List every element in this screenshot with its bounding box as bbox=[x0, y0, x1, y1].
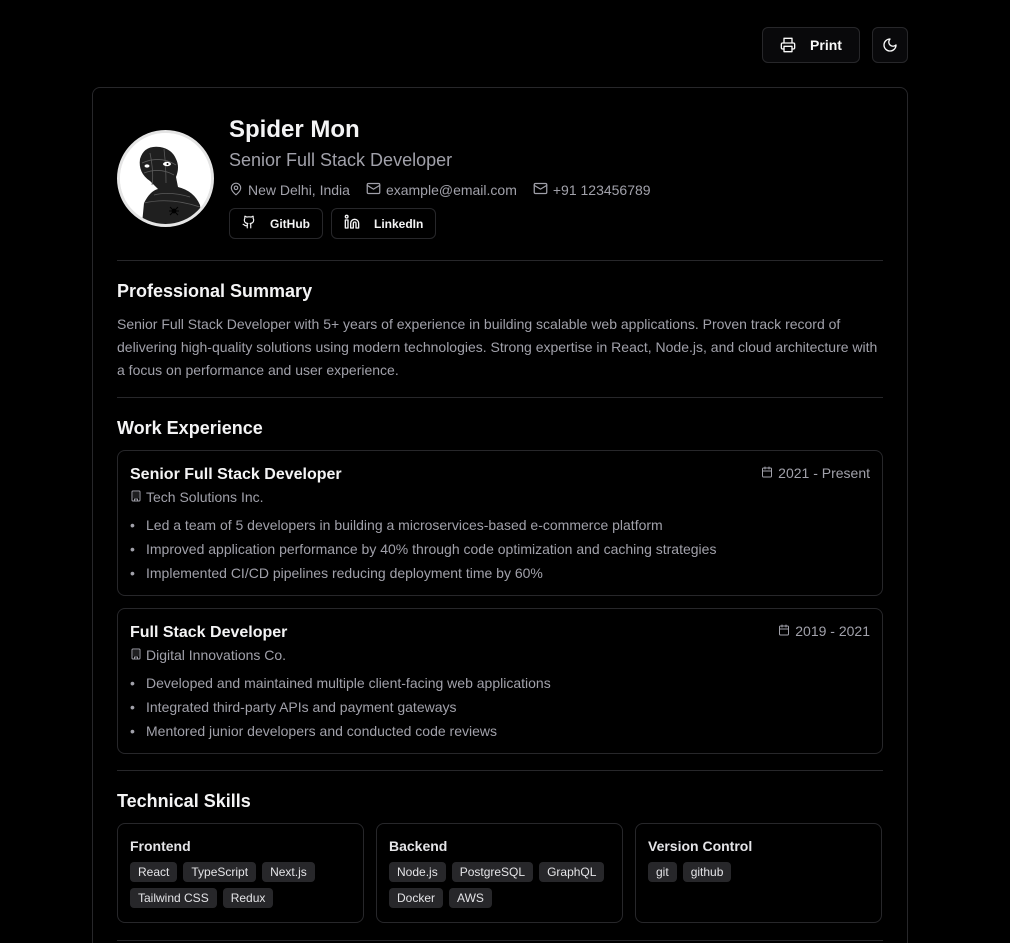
social-links: GitHub LinkedIn bbox=[229, 208, 789, 239]
building-icon bbox=[130, 647, 142, 663]
list-item: Implemented CI/CD pipelines reducing dep… bbox=[130, 563, 716, 587]
skill-tag: PostgreSQL bbox=[451, 862, 534, 882]
skill-tag: TypeScript bbox=[183, 862, 257, 882]
mail-icon bbox=[533, 181, 548, 199]
printer-icon bbox=[780, 37, 796, 53]
contact-location: New Delhi, India bbox=[229, 181, 350, 199]
skill-tag-list: git github bbox=[648, 862, 869, 882]
building-icon bbox=[130, 489, 142, 505]
skill-tag: AWS bbox=[449, 888, 492, 908]
linkedin-label: LinkedIn bbox=[374, 216, 424, 231]
job-dates: 2019 - 2021 bbox=[778, 623, 870, 639]
skills-grid: Frontend React TypeScript Next.js Tailwi… bbox=[117, 823, 882, 923]
list-item: Improved application performance by 40% … bbox=[130, 539, 716, 563]
divider bbox=[117, 397, 883, 398]
contact-email[interactable]: example@email.com bbox=[366, 181, 517, 199]
job-company: Digital Innovations Co. bbox=[130, 647, 286, 663]
skill-group-title: Backend bbox=[389, 838, 448, 854]
moon-icon bbox=[882, 37, 898, 53]
job-title: Full Stack Developer bbox=[130, 624, 288, 641]
avatar bbox=[117, 130, 214, 227]
job-card: Full Stack Developer 2019 - 2021 Digital… bbox=[117, 608, 883, 754]
list-item: Mentored junior developers and conducted… bbox=[130, 721, 551, 745]
toolbar: Print bbox=[762, 27, 908, 63]
skill-group-card: Backend Node.js PostgreSQL GraphQL Docke… bbox=[376, 823, 623, 923]
contact-list: New Delhi, India example@email.com +91 1… bbox=[229, 181, 789, 199]
phone-text: +91 123456789 bbox=[552, 182, 651, 198]
job-company: Tech Solutions Inc. bbox=[130, 489, 264, 505]
skill-tag: git bbox=[648, 862, 677, 882]
skill-tag-list: Node.js PostgreSQL GraphQL Docker AWS bbox=[389, 862, 610, 908]
skill-tag: Next.js bbox=[262, 862, 315, 882]
job-bullet-list: Led a team of 5 developers in building a… bbox=[130, 515, 716, 587]
job-dates-text: 2021 - Present bbox=[778, 465, 870, 481]
calendar-icon bbox=[778, 623, 790, 639]
list-item: Integrated third-party APIs and payment … bbox=[130, 697, 551, 721]
calendar-icon bbox=[761, 465, 773, 481]
summary-text: Senior Full Stack Developer with 5+ year… bbox=[117, 316, 878, 378]
divider bbox=[117, 940, 883, 941]
divider bbox=[117, 260, 883, 261]
skill-tag-list: React TypeScript Next.js Tailwind CSS Re… bbox=[130, 862, 351, 908]
skill-group-title: Frontend bbox=[130, 838, 191, 854]
profile-role: Senior Full Stack Developer bbox=[229, 150, 453, 170]
job-card: Senior Full Stack Developer 2021 - Prese… bbox=[117, 450, 883, 596]
job-company-text: Tech Solutions Inc. bbox=[146, 489, 264, 505]
theme-toggle-button[interactable] bbox=[872, 27, 908, 63]
profile-info: Spider Mon Senior Full Stack Developer N… bbox=[229, 114, 789, 239]
print-label: Print bbox=[810, 37, 842, 53]
divider bbox=[117, 770, 883, 771]
job-dates-text: 2019 - 2021 bbox=[795, 623, 870, 639]
job-company-text: Digital Innovations Co. bbox=[146, 647, 287, 663]
skill-tag: Docker bbox=[389, 888, 444, 908]
location-text: New Delhi, India bbox=[248, 182, 350, 198]
resume-card: Spider Mon Senior Full Stack Developer N… bbox=[92, 87, 908, 943]
list-item: Developed and maintained multiple client… bbox=[130, 673, 551, 697]
map-pin-icon bbox=[229, 182, 243, 199]
mail-icon bbox=[366, 181, 381, 199]
skill-tag: Redux bbox=[222, 888, 274, 908]
github-label: GitHub bbox=[270, 216, 310, 231]
skills-heading: Technical Skills bbox=[117, 791, 251, 811]
skill-tag: React bbox=[130, 862, 178, 882]
skill-group-card: Frontend React TypeScript Next.js Tailwi… bbox=[117, 823, 364, 923]
linkedin-link-button[interactable]: LinkedIn bbox=[331, 208, 437, 239]
skill-tag: Node.js bbox=[389, 862, 446, 882]
email-text: example@email.com bbox=[385, 182, 517, 198]
print-button[interactable]: Print bbox=[762, 27, 860, 63]
job-title: Senior Full Stack Developer bbox=[130, 466, 342, 483]
skill-tag: Tailwind CSS bbox=[130, 888, 217, 908]
linkedin-icon bbox=[344, 214, 360, 233]
skill-group-card: Version Control git github bbox=[635, 823, 882, 923]
github-icon bbox=[242, 215, 256, 232]
experience-heading: Work Experience bbox=[117, 418, 263, 438]
skill-tag: GraphQL bbox=[539, 862, 605, 882]
contact-phone[interactable]: +91 123456789 bbox=[533, 181, 651, 199]
list-item: Led a team of 5 developers in building a… bbox=[130, 515, 716, 539]
summary-heading: Professional Summary bbox=[117, 281, 313, 301]
skill-tag: github bbox=[682, 862, 732, 882]
profile-header: Spider Mon Senior Full Stack Developer N… bbox=[117, 116, 651, 239]
skill-group-title: Version Control bbox=[648, 838, 753, 854]
job-bullet-list: Developed and maintained multiple client… bbox=[130, 673, 551, 745]
github-link-button[interactable]: GitHub bbox=[229, 208, 323, 239]
job-dates: 2021 - Present bbox=[761, 465, 870, 481]
profile-name: Spider Mon bbox=[229, 116, 360, 143]
